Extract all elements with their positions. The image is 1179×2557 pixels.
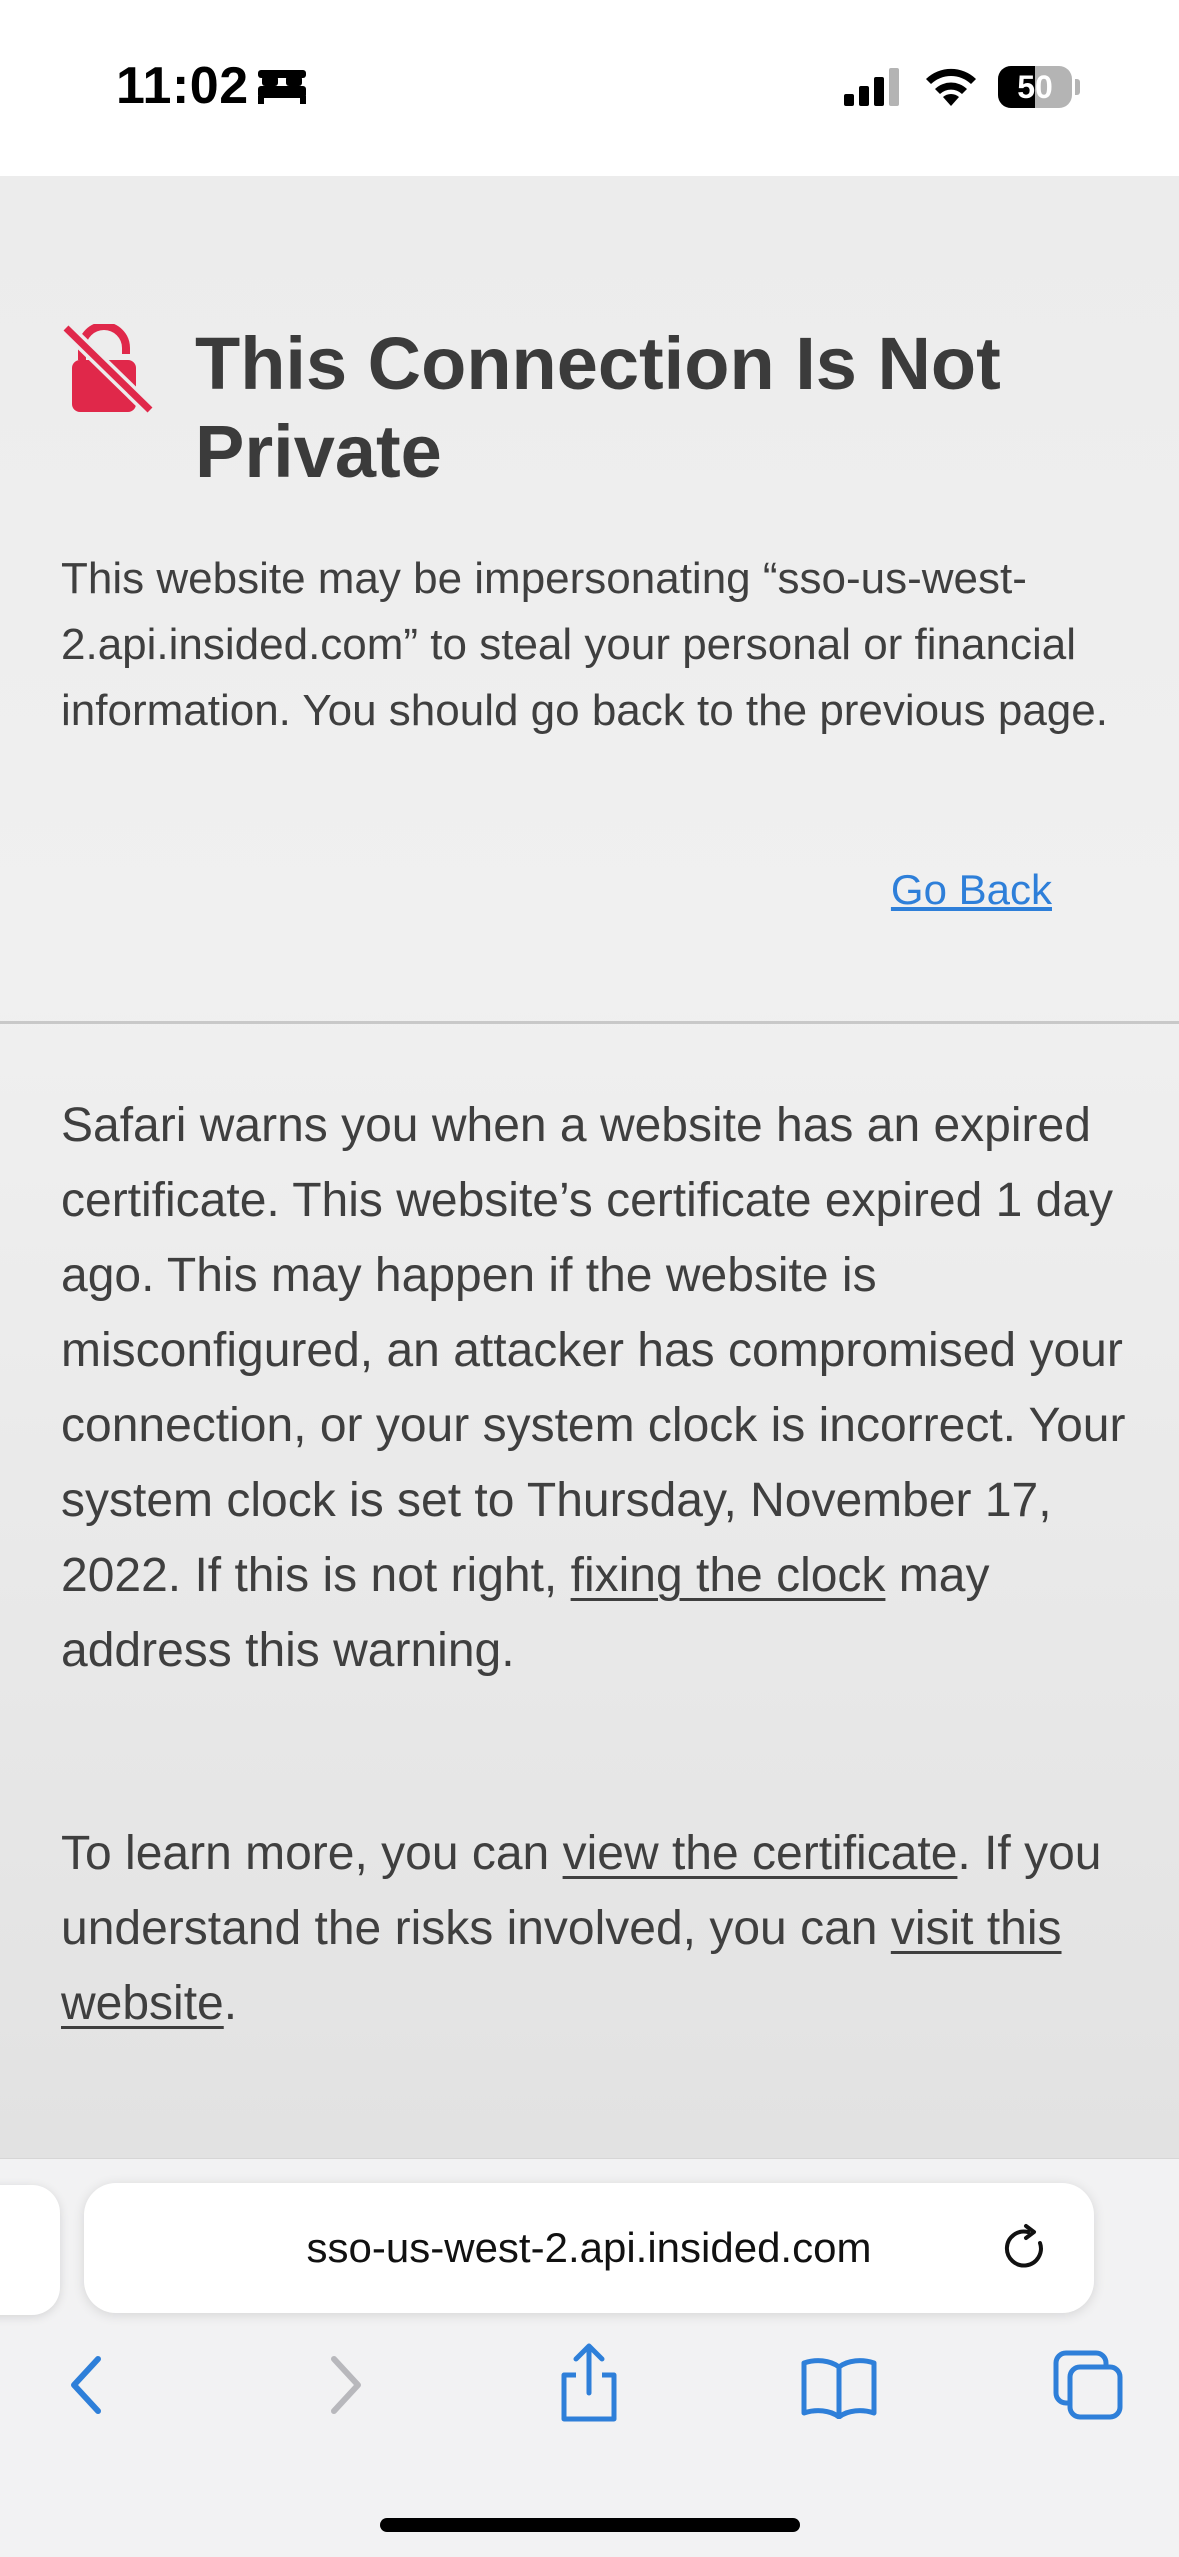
status-time: 11:02 <box>116 57 249 115</box>
certificate-details: Safari warns you when a website has an e… <box>61 1088 1136 1688</box>
wifi-icon <box>926 68 976 106</box>
status-bar: 11:02 50 <box>0 0 1179 176</box>
battery-level: 50 <box>1017 69 1053 105</box>
share-icon[interactable] <box>554 2341 624 2425</box>
back-arrow-icon[interactable] <box>60 2349 116 2421</box>
learn-text-3: . <box>223 1977 238 2030</box>
warning-intro: This website may be impersonating “sso-u… <box>61 554 1108 735</box>
learn-more-text: To learn more, you can view the certific… <box>61 1816 1136 2041</box>
browser-toolbar: sso-us-west-2.api.insided.com <box>0 2158 1179 2557</box>
details-text-1: Safari warns you when a website has an e… <box>61 1099 1126 1602</box>
tabs-icon[interactable] <box>1052 2349 1124 2421</box>
go-back-link[interactable]: Go Back <box>891 866 1052 914</box>
cellular-signal-icon <box>844 68 899 106</box>
address-text[interactable]: sso-us-west-2.api.insided.com <box>84 2183 1094 2313</box>
address-bar[interactable]: sso-us-west-2.api.insided.com <box>84 2183 1094 2313</box>
fix-clock-link[interactable]: fixing the clock <box>571 1549 886 1602</box>
learn-text-1: To learn more, you can <box>61 1827 563 1880</box>
bed-icon <box>258 70 306 104</box>
broken-lock-icon <box>61 324 155 416</box>
error-page: This Connection Is Not Private This webs… <box>0 176 1179 2158</box>
previous-tab-preview[interactable] <box>0 2185 60 2315</box>
page-title: This Connection Is Not Private <box>195 322 1001 493</box>
section-divider <box>0 1021 1179 1024</box>
forward-arrow-icon[interactable] <box>316 2349 372 2421</box>
view-certificate-link[interactable]: view the certificate <box>563 1827 958 1880</box>
reload-icon[interactable] <box>998 2221 1054 2277</box>
battery-icon: 50 <box>998 66 1080 108</box>
bookmarks-icon[interactable] <box>800 2355 878 2419</box>
home-indicator <box>380 2518 800 2532</box>
